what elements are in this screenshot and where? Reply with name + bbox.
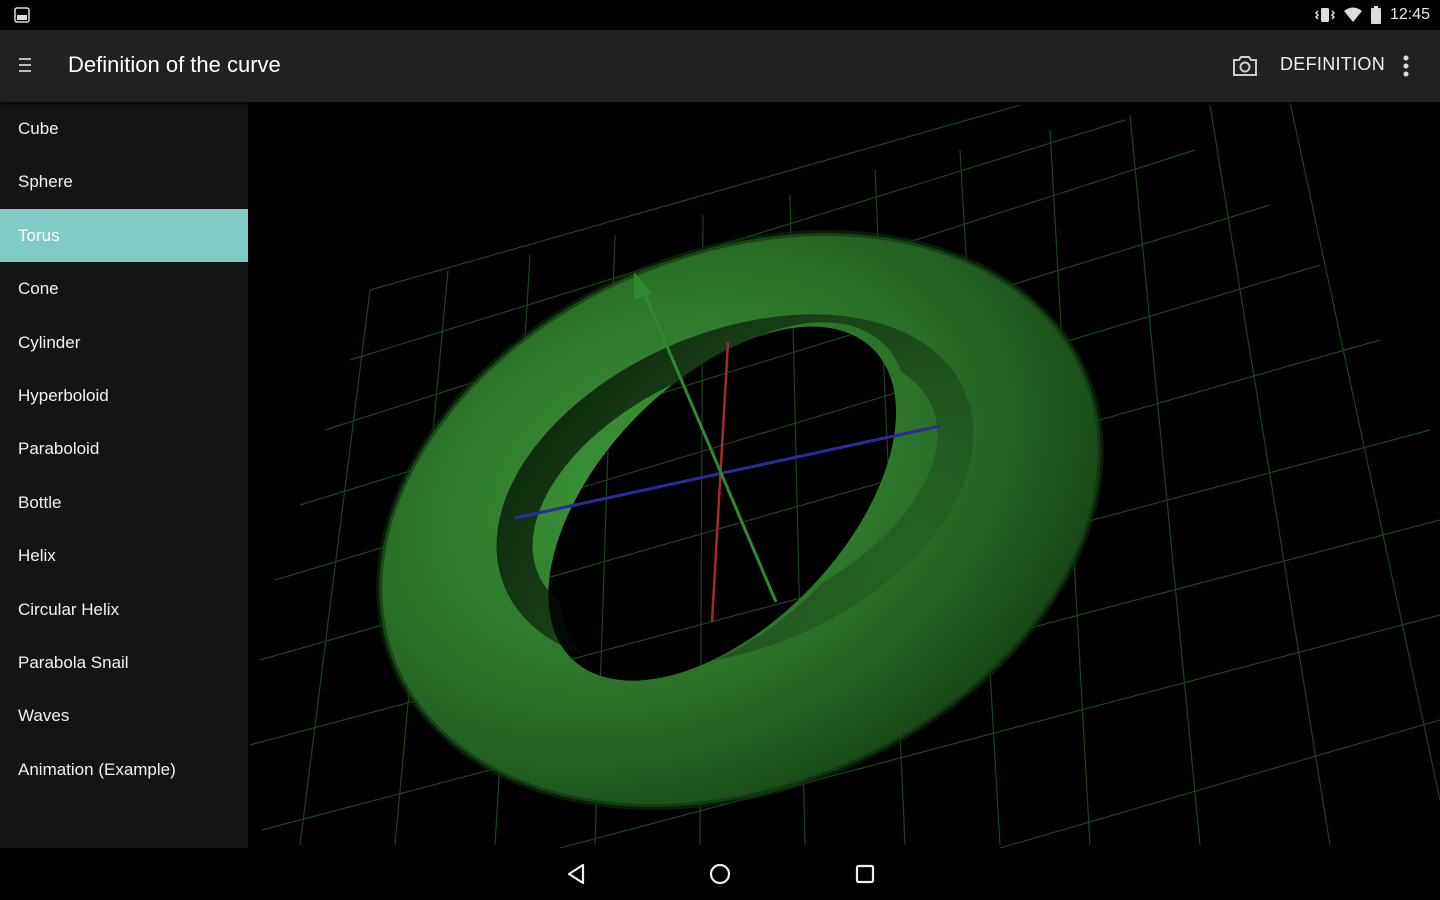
navigation-drawer: Cube Sphere Torus Cone Cylinder Hyperbol… — [0, 102, 248, 848]
drawer-item-parabola-snail[interactable]: Parabola Snail — [0, 636, 248, 689]
drawer-item-bottle[interactable]: Bottle — [0, 476, 248, 529]
recents-icon[interactable] — [851, 860, 879, 888]
menu-icon[interactable] — [16, 54, 38, 76]
drawer-item-cylinder[interactable]: Cylinder — [0, 316, 248, 369]
drawer-item-cone[interactable]: Cone — [0, 262, 248, 315]
drawer-item-circular-helix[interactable]: Circular Helix — [0, 583, 248, 636]
3d-viewport[interactable] — [248, 102, 1440, 848]
torus-shape — [376, 230, 1104, 810]
drawer-item-sphere[interactable]: Sphere — [0, 155, 248, 208]
app-bar: Definition of the curve DEFINITION — [0, 30, 1440, 102]
camera-icon[interactable] — [1230, 51, 1260, 81]
wifi-icon — [1343, 7, 1362, 22]
home-icon[interactable] — [706, 860, 734, 888]
status-icons: 12:45 — [1314, 4, 1430, 26]
definition-button[interactable]: DEFINITION — [1280, 54, 1385, 75]
drawer-item-hyperboloid[interactable]: Hyperboloid — [0, 369, 248, 422]
drawer-item-paraboloid[interactable]: Paraboloid — [0, 422, 248, 475]
drawer-item-helix[interactable]: Helix — [0, 529, 248, 582]
torus-render — [249, 102, 1440, 848]
drawer-item-torus[interactable]: Torus — [0, 208, 248, 263]
notification-icon — [14, 7, 30, 23]
status-bar: 12:45 — [0, 0, 1440, 30]
drawer-item-waves[interactable]: Waves — [0, 689, 248, 742]
page-title: Definition of the curve — [68, 52, 281, 77]
drawer-item-cube[interactable]: Cube — [0, 102, 248, 155]
system-nav-bar — [0, 848, 1440, 900]
back-icon[interactable] — [563, 860, 591, 888]
clock: 12:45 — [1389, 6, 1430, 23]
vibrate-icon — [1314, 8, 1336, 22]
more-vert-icon[interactable] — [1396, 52, 1416, 80]
drawer-item-animation-example[interactable]: Animation (Example) — [0, 743, 248, 796]
battery-icon — [1370, 6, 1381, 24]
